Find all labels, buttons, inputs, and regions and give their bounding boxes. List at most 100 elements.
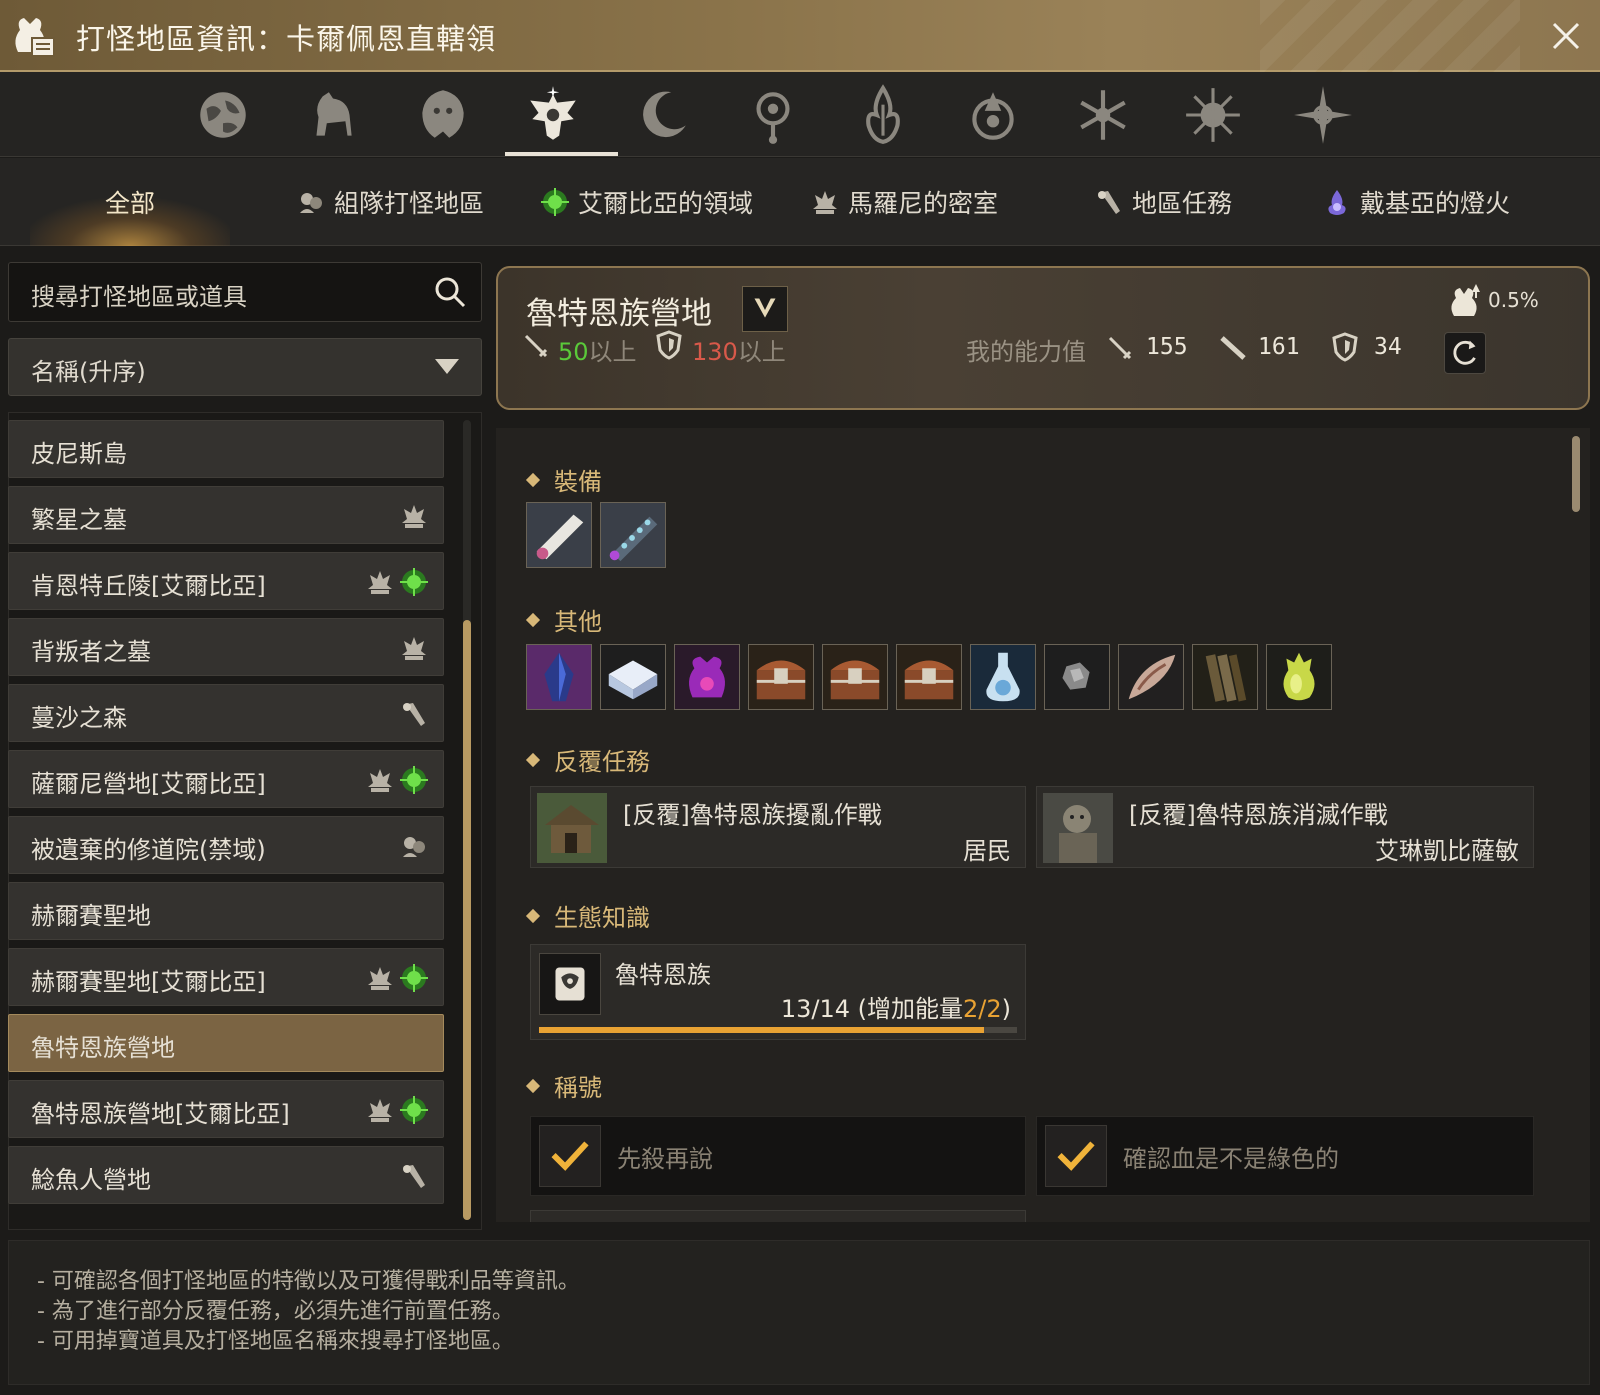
fruit-icon[interactable] [1266, 644, 1332, 710]
purple-pouch-icon[interactable] [674, 644, 740, 710]
quest-warrior-thumbnail [1043, 793, 1113, 863]
tab-all[interactable]: 全部 [30, 158, 230, 246]
refresh-icon [1453, 340, 1476, 365]
selected-icon-tab-indicator [505, 152, 618, 156]
chain-weapon-icon[interactable] [600, 502, 666, 568]
zone-list-scrollbar-thumb[interactable] [463, 620, 471, 1220]
triskele-icon[interactable] [953, 82, 1033, 148]
compass-star-icon[interactable] [1283, 82, 1363, 148]
dp-shield-icon [1332, 332, 1358, 362]
treasure-chest-icon[interactable] [822, 644, 888, 710]
section-titles-label: 稱號 [554, 1074, 602, 1102]
dark-crystal-icon[interactable] [526, 644, 592, 710]
title-card[interactable]: 確認血是不是綠色的 [1036, 1116, 1534, 1196]
party-icon [300, 193, 322, 213]
white-box-icon[interactable] [600, 644, 666, 710]
log-icon[interactable] [1192, 644, 1258, 710]
elvia-icon [399, 567, 429, 597]
tab-marni-label: 馬羅尼的密室 [848, 189, 999, 218]
knowledge-progress-text: 13/14 (增加能量 [780, 995, 963, 1023]
horse-icon[interactable] [293, 82, 373, 148]
lion-icon[interactable] [403, 82, 483, 148]
repeat-quest-card[interactable]: [反覆]魯特恩族消滅作戰 艾琳凱比薩敏 [1036, 786, 1534, 868]
zone-list-item[interactable]: 鯰魚人營地 [8, 1146, 444, 1204]
crescent-moon-icon[interactable] [623, 82, 703, 148]
section-equipment-label: 裝備 [554, 468, 602, 496]
details-scrollbar-thumb[interactable] [1572, 436, 1580, 512]
section-repeat-quests: 反覆任務 [525, 742, 650, 777]
snowflake-icon[interactable] [1063, 82, 1143, 148]
zone-list-item[interactable]: 魯特恩族營地 [8, 1014, 444, 1072]
scroll-weapon-icon[interactable] [526, 502, 592, 568]
treasure-chest-icon[interactable] [748, 644, 814, 710]
zone-list-item[interactable]: 繁星之墓 [8, 486, 444, 544]
attack-sword-icon [524, 334, 548, 358]
sunburst-icon[interactable] [1173, 82, 1253, 148]
title-bar: 打怪地區資訊：卡爾佩恩直轄領 [0, 0, 1600, 72]
party-icon [399, 831, 429, 861]
zone-list-item-label: 薩爾尼營地[艾爾比亞] [31, 770, 266, 798]
title-card-partial[interactable] [530, 1210, 1026, 1222]
marni-icon [365, 765, 395, 795]
title-name: 先殺再說 [617, 1145, 713, 1173]
close-icon[interactable] [1546, 16, 1586, 56]
repeat-quest-card[interactable]: [反覆]魯特恩族擾亂作戰 居民 [530, 786, 1026, 868]
tab-all-label: 全部 [104, 189, 155, 218]
tab-elvia[interactable]: 艾爾比亞的領域 [540, 158, 753, 246]
ore-icon[interactable] [1044, 644, 1110, 710]
marni-icon [399, 501, 429, 531]
flame-crest-icon[interactable] [843, 82, 923, 148]
tab-marni[interactable]: 馬羅尼的密室 [810, 158, 998, 246]
potion-icon[interactable] [970, 644, 1036, 710]
help-line: - 可確認各個打怪地區的特徵以及可獲得戰利品等資訊。 [37, 1269, 580, 1294]
window-title: 打怪地區資訊：卡爾佩恩直轄領 [76, 22, 497, 56]
tab-party[interactable]: 組隊打怪地區 [296, 158, 484, 246]
sort-dropdown[interactable]: 名稱(升序) [8, 338, 482, 396]
quest-icon [1098, 191, 1120, 214]
my-awakening-ap: 161 [1258, 334, 1300, 360]
section-equipment: 裝備 [525, 462, 602, 497]
eye-crest-icon[interactable] [733, 82, 813, 148]
loot-bag-icon [15, 18, 55, 57]
zone-list-item[interactable]: 背叛者之墓 [8, 618, 444, 676]
zone-dropdown-button[interactable] [742, 286, 788, 332]
treasure-chest-icon[interactable] [896, 644, 962, 710]
search-input[interactable]: 搜尋打怪地區或道具 [31, 277, 247, 312]
help-line: - 可用掉寶道具及打怪地區名稱來搜尋打怪地區。 [37, 1329, 514, 1354]
region-icon-tabs [0, 72, 1600, 157]
eagle-crest-icon[interactable] [513, 82, 593, 148]
zone-list-item-label: 蔓沙之森 [31, 704, 127, 732]
refresh-button[interactable] [1444, 332, 1486, 374]
tab-dehkia[interactable]: 戴基亞的燈火 [1322, 158, 1510, 246]
zone-list-item[interactable]: 皮尼斯島 [8, 420, 444, 478]
knowledge-progress: 13/14 (增加能量2/2) [781, 989, 1011, 1024]
repeat-quest-giver: 居民 [963, 837, 1011, 865]
section-repeat-quests-label: 反覆任務 [554, 748, 650, 776]
dp-requirement-value: 130 [692, 338, 738, 366]
zone-list-item[interactable]: 薩爾尼營地[艾爾比亞] [8, 750, 444, 808]
zone-list-item[interactable]: 蔓沙之森 [8, 684, 444, 742]
ecology-knowledge-card[interactable]: 魯特恩族 13/14 (增加能量2/2) [530, 944, 1026, 1040]
elvia-icon [399, 765, 429, 795]
section-other: 其他 [525, 602, 602, 637]
zone-list-item[interactable]: 赫爾賽聖地 [8, 882, 444, 940]
zone-list-item[interactable]: 魯特恩族營地[艾爾比亞] [8, 1080, 444, 1138]
fang-icon[interactable] [1118, 644, 1184, 710]
title-name: 確認血是不是綠色的 [1123, 1145, 1339, 1173]
zone-list-item[interactable]: 被遺棄的修道院(禁域) [8, 816, 444, 874]
zone-list-item[interactable]: 赫爾賽聖地[艾爾比亞] [8, 948, 444, 1006]
zone-list-item[interactable]: 肯恩特丘陵[艾爾比亞] [8, 552, 444, 610]
search-field[interactable]: 搜尋打怪地區或道具 [8, 262, 482, 322]
knowledge-progress-fill [539, 1027, 984, 1033]
knowledge-energy-count: 2/2 [963, 995, 1002, 1023]
chevron-down-icon [435, 359, 459, 374]
tab-quests[interactable]: 地區任務 [1094, 158, 1232, 246]
ap-requirement-suffix: 以上 [588, 338, 637, 366]
drop-rate-bag-icon [1451, 284, 1480, 316]
elvia-icon [541, 188, 569, 216]
marni-icon [365, 1095, 395, 1125]
search-icon[interactable] [433, 275, 467, 309]
globe-icon[interactable] [183, 82, 263, 148]
section-ecology: 生態知識 [525, 898, 650, 933]
title-card[interactable]: 先殺再說 [530, 1116, 1026, 1196]
